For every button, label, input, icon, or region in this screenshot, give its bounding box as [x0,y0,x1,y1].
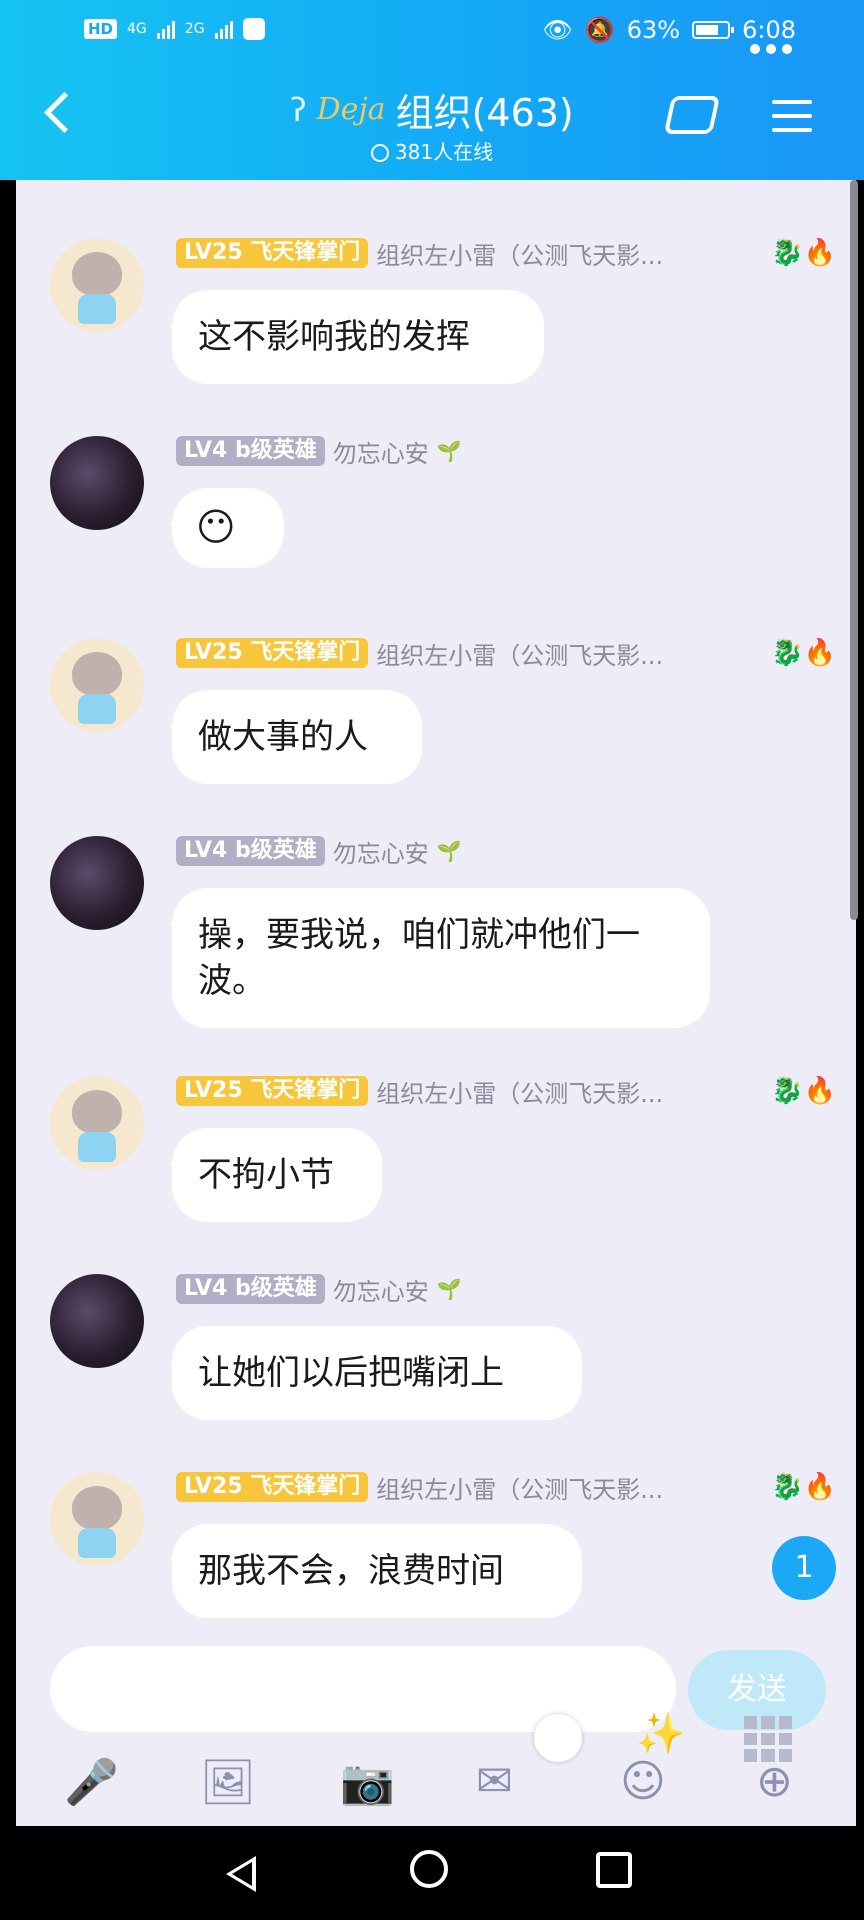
message-bubble[interactable]: 那我不会，浪费时间 [170,1524,582,1618]
redpacket-icon[interactable]: ✉ [476,1756,513,1807]
unread-badge[interactable]: 1 [772,1536,836,1600]
status-bar: HD 4G 2G 👁 🔕 63% 6:08 [0,12,864,52]
level-badge: LV25 飞天锋掌门 [176,1472,369,1502]
mic-icon[interactable]: 🎤 [64,1756,119,1808]
group-title: 组织(463) [395,91,574,135]
leaf-icon: 🌱 [436,1277,462,1301]
message-bubble[interactable]: 做大事的人 [170,690,422,784]
nav-home-icon[interactable] [410,1850,448,1888]
message-input[interactable] [50,1646,676,1732]
sender-name[interactable]: 组织左小雷（公测飞天影... [376,236,663,271]
medal-icons: 🐉🔥 [771,638,836,668]
sender-name[interactable]: 勿忘心安 [333,1272,429,1307]
image-icon[interactable]: 🖼 [200,1756,256,1808]
message-bubble[interactable]: 这不影响我的发挥 [170,290,544,384]
message-bubble[interactable]: 操，要我说，咱们就冲他们一波。 [170,888,710,1028]
online-count: 381人在线 [0,136,864,165]
battery-percent: 63% [626,16,681,44]
share-icon[interactable] [663,96,721,134]
network-2g: 2G [184,21,205,37]
app-notification-icon [242,18,265,40]
battery-icon [692,21,735,39]
plus-icon[interactable]: ⊕ [756,1756,793,1807]
level-badge: LV25 飞天锋掌门 [176,1076,369,1106]
message-list[interactable]: LV25 飞天锋掌门 组织左小雷（公测飞天影... 🐉🔥 这不影响我的发挥 LV… [16,180,856,1640]
scrollbar[interactable] [850,180,858,920]
network-4g: 4G [127,21,147,37]
level-badge: LV4 b级英雄 [176,436,325,466]
avatar[interactable] [50,836,144,930]
level-badge: LV25 飞天锋掌门 [176,638,369,668]
medal-icons: 🐉🔥 [771,238,836,268]
signal-icon [156,19,175,39]
ear-icon: ʔ [290,90,307,129]
level-badge: LV25 飞天锋掌门 [176,238,369,268]
avatar[interactable] [50,436,144,530]
level-badge: LV4 b级英雄 [176,836,325,866]
title-area[interactable]: ʔ Deja 组织(463) [0,82,864,137]
sticker-bubble[interactable]: 😶 [170,488,284,568]
message-bubble[interactable]: 不拘小节 [170,1128,382,1222]
sender-name[interactable]: 组织左小雷（公测飞天影... [376,636,663,671]
sticker-face-icon: 😶 [196,505,236,549]
sender-name[interactable]: 勿忘心安 [333,434,429,469]
brand-logo: Deja [316,92,386,127]
avatar[interactable] [50,1076,144,1170]
menu-icon[interactable] [772,100,812,142]
signal-icon-2 [214,19,233,39]
hd-chip: HD [84,19,118,39]
avatar[interactable] [50,238,144,332]
leaf-icon: 🌱 [436,439,462,463]
avatar[interactable] [50,1472,144,1566]
input-toolbar: 🎤 🖼 📷 ✉ ☺ ⊕ [16,1738,856,1826]
medal-icons: 🐉🔥 [771,1076,836,1106]
camera-icon[interactable]: 📷 [340,1756,395,1808]
leaf-icon: 🌱 [436,839,462,863]
nav-back-icon[interactable] [226,1856,256,1892]
nav-recents-icon[interactable] [596,1852,632,1888]
eye-icon: 👁 [542,16,573,44]
sender-name[interactable]: 勿忘心安 [333,834,429,869]
clock: 6:08 [742,16,796,44]
sender-name[interactable]: 组织左小雷（公测飞天影... [376,1470,663,1505]
message-bubble[interactable]: 让她们以后把嘴闭上 [170,1326,582,1420]
avatar[interactable] [50,1274,144,1368]
system-nav-bar [0,1826,864,1920]
avatar[interactable] [50,638,144,732]
sender-name[interactable]: 组织左小雷（公测飞天影... [376,1074,663,1109]
mute-icon: 🔕 [584,16,615,44]
online-icon [370,144,389,162]
more-dots-icon[interactable] [750,44,792,54]
emoji-icon[interactable]: ☺ [620,1756,666,1807]
medal-icons: 🐉🔥 [771,1472,836,1502]
level-badge: LV4 b级英雄 [176,1274,325,1304]
